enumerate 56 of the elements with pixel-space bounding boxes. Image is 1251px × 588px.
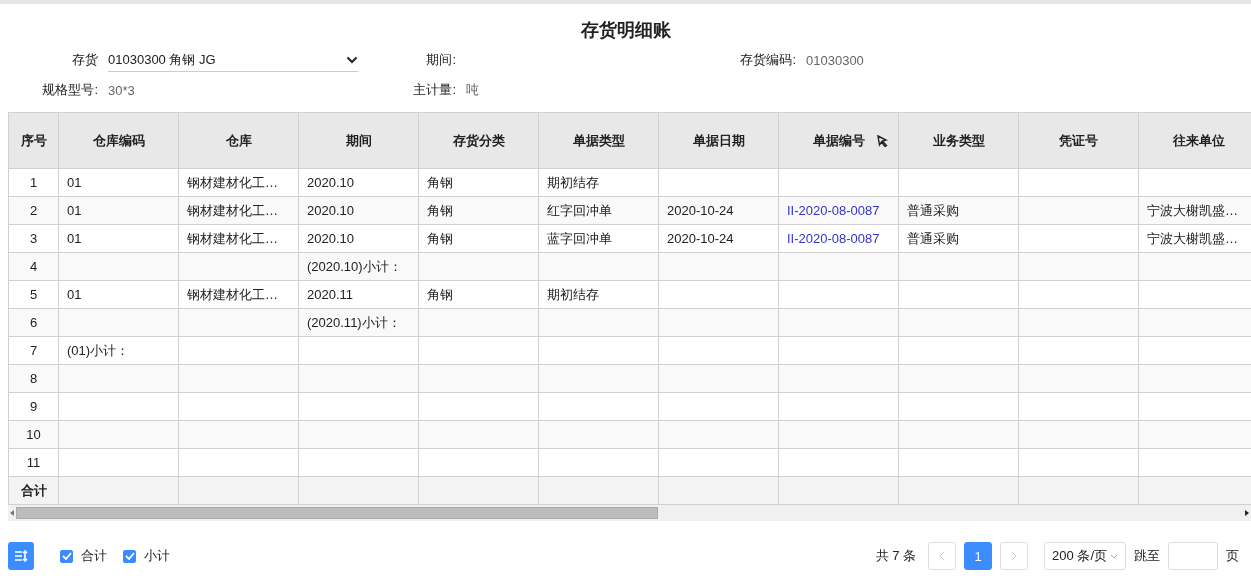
column-header: 单据类型 <box>539 113 659 169</box>
filter-label: 存货编码: <box>739 51 796 69</box>
table-cell: 2020.10 <box>299 197 419 225</box>
row-number: 8 <box>9 365 59 393</box>
filter-label: 存货 <box>71 51 98 69</box>
column-header: 存货分类 <box>419 113 539 169</box>
inventory-select[interactable]: 01030300 角钢 JG <box>108 48 358 72</box>
total-label: 合计 <box>9 477 59 505</box>
page-unit-label: 页 <box>1226 547 1239 565</box>
checkbox-label: 小计 <box>144 547 170 565</box>
column-header: 单据编号 <box>779 113 899 169</box>
filter-value: 01030300 <box>806 52 864 68</box>
table-cell: 钢材建材化工… <box>179 197 299 225</box>
table-cell: 2020-10-24 <box>659 197 779 225</box>
document-link[interactable]: II-2020-08-0087 <box>787 231 880 246</box>
table-cell: 普通采购 <box>899 197 1019 225</box>
list-sort-icon <box>14 550 28 562</box>
page-title: 存货明细账 <box>579 19 672 42</box>
column-header: 业务类型 <box>899 113 1019 169</box>
checkbox[interactable] <box>60 549 73 563</box>
column-header: 仓库 <box>179 113 299 169</box>
pointer-icon <box>877 135 888 147</box>
total-count: 共 7 条 <box>875 547 917 565</box>
horizontal-scrollbar[interactable] <box>8 505 1251 521</box>
row-number: 6 <box>9 309 59 337</box>
filter-label: 期间: <box>425 51 456 69</box>
table-cell: 01 <box>59 197 179 225</box>
column-header: 凭证号 <box>1019 113 1139 169</box>
column-header: 期间 <box>299 113 419 169</box>
column-settings-button[interactable] <box>8 542 34 570</box>
filter-label: 规格型号: <box>41 81 98 99</box>
column-header: 单据日期 <box>659 113 779 169</box>
page-input[interactable] <box>1168 542 1218 570</box>
column-header: 往来单位 <box>1139 113 1251 169</box>
table-cell: (2020.10)小计： <box>299 253 419 281</box>
column-header: 序号 <box>9 113 59 169</box>
scrollbar-thumb[interactable] <box>16 507 658 519</box>
checkbox[interactable] <box>123 549 136 563</box>
row-number: 10 <box>9 421 59 449</box>
table-cell: 角钢 <box>419 197 539 225</box>
filter-value: 30*3 <box>108 82 135 98</box>
filter-label: 主计量: <box>412 81 456 99</box>
page-size-select[interactable]: 200 条/页 <box>1044 542 1126 570</box>
column-header: 仓库编码 <box>59 113 179 169</box>
chevron-left-icon <box>939 551 946 561</box>
row-number: 4 <box>9 253 59 281</box>
filter-value: 吨 <box>466 81 479 99</box>
chevron-down-icon <box>1110 553 1118 559</box>
table-cell: 红字回冲单 <box>539 197 659 225</box>
chevron-right-icon <box>1011 551 1018 561</box>
table-cell: 宁波大榭凯盛… <box>1139 197 1251 225</box>
table-cell: (2020.11)小计： <box>299 309 419 337</box>
jump-label: 跳至 <box>1134 547 1160 565</box>
chevron-down-icon <box>346 55 358 64</box>
row-number: 2 <box>9 197 59 225</box>
checkbox-label: 合计 <box>81 547 107 565</box>
